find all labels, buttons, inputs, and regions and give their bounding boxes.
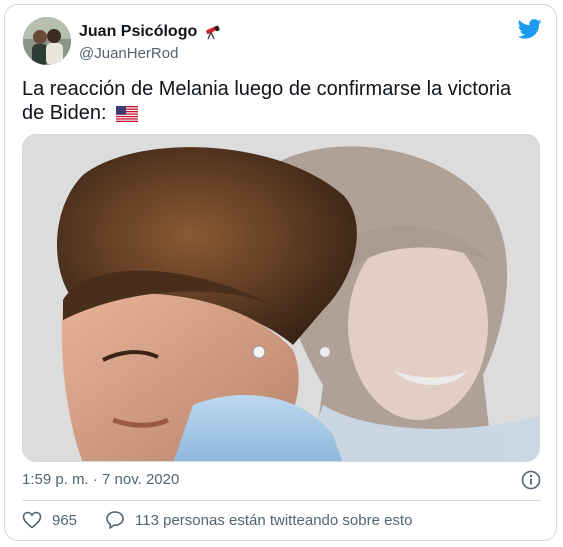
avatar[interactable] — [23, 17, 71, 65]
author-name-row[interactable]: Juan Psicólogo — [79, 23, 221, 41]
telescope-icon — [206, 25, 221, 40]
conversation-action[interactable]: 113 personas están twitteando sobre esto — [105, 510, 412, 530]
like-action[interactable]: 965 — [22, 511, 77, 529]
divider — [22, 500, 541, 501]
like-count: 965 — [52, 511, 78, 529]
conversation-text: 113 personas están twitteando sobre esto — [135, 511, 413, 529]
tweet-card: Juan Psicólogo @JuanHerRod La reacción d… — [4, 4, 557, 541]
tweet-image[interactable] — [22, 134, 540, 462]
tweet-photo — [23, 135, 539, 461]
tweet-actions: 965 113 personas están twitteando sobre … — [22, 510, 412, 530]
speech-bubble-icon[interactable] — [105, 510, 125, 530]
info-icon[interactable] — [521, 470, 541, 490]
tweet-body: La reacción de Melania luego de confirma… — [22, 78, 512, 124]
tweet-text: La reacción de Melania luego de confirma… — [22, 77, 532, 125]
display-name[interactable]: Juan Psicólogo — [79, 23, 197, 41]
tweet-timestamp[interactable]: 1:59 p. m. · 7 nov. 2020 — [22, 471, 179, 488]
us-flag-icon — [116, 106, 139, 122]
user-handle[interactable]: @JuanHerRod — [79, 45, 178, 62]
twitter-bird-icon[interactable] — [518, 19, 542, 39]
heart-icon[interactable] — [22, 511, 42, 529]
